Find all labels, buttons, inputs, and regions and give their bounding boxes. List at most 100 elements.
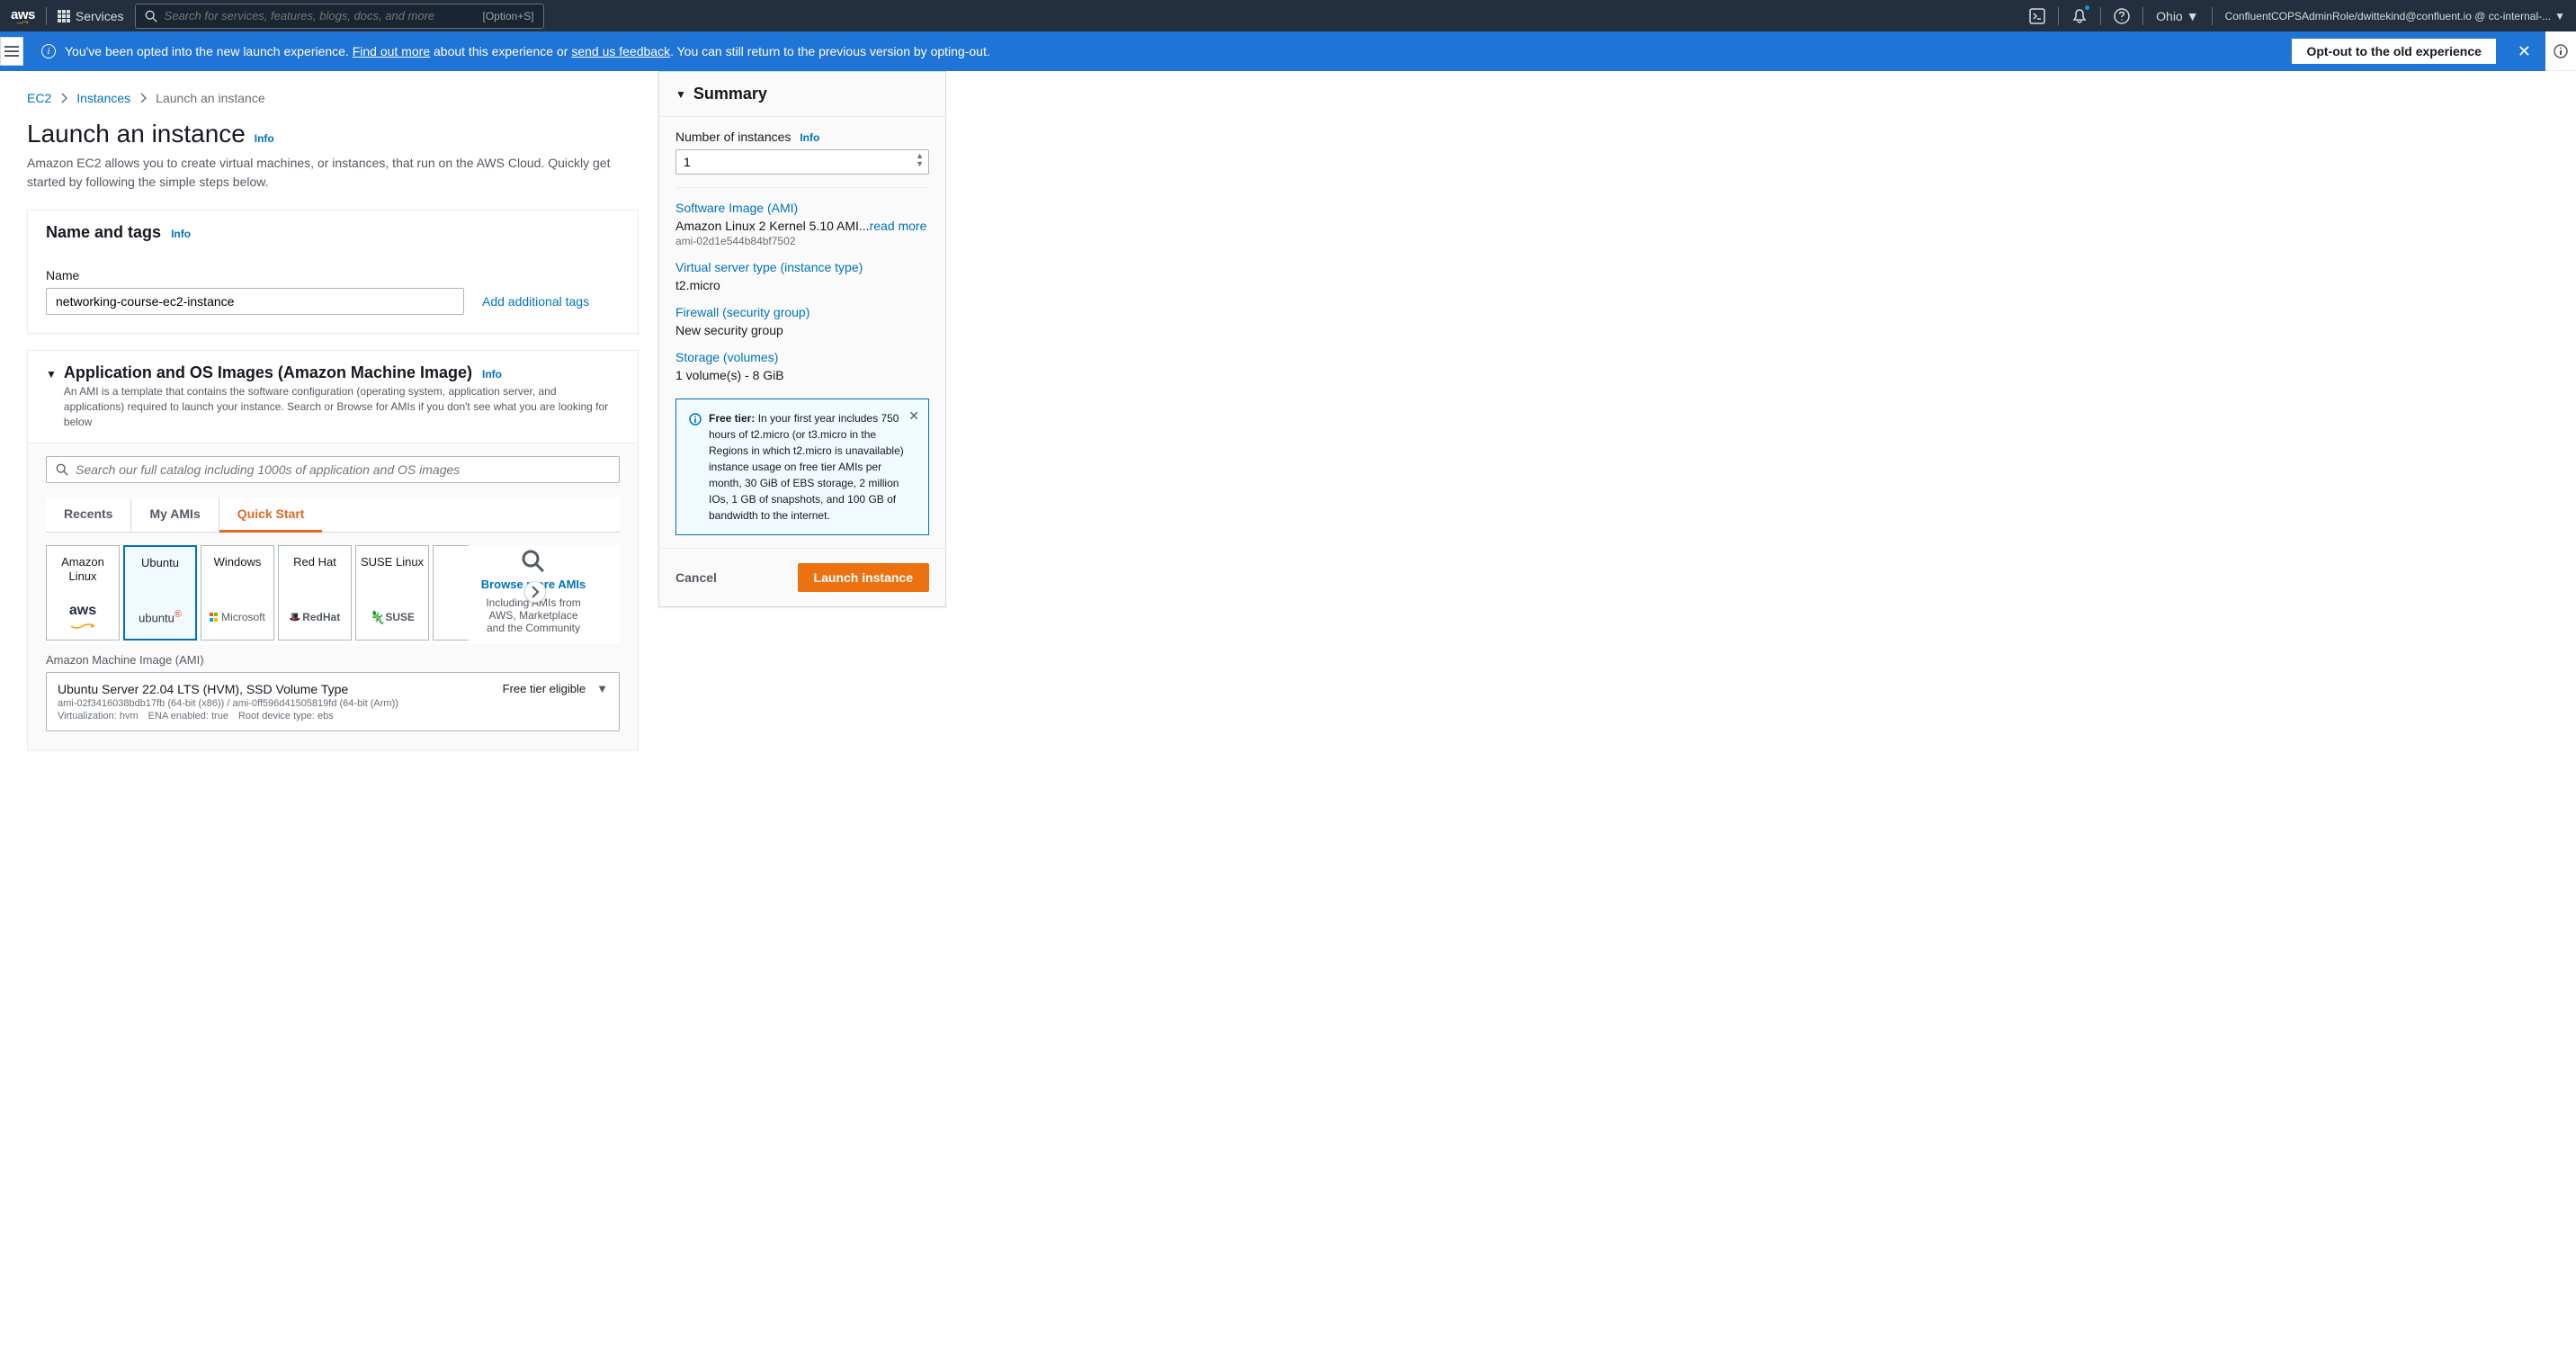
- services-menu[interactable]: Services: [58, 9, 124, 23]
- divider: [2212, 7, 2213, 25]
- cancel-button[interactable]: Cancel: [675, 570, 717, 585]
- search-input[interactable]: [165, 9, 483, 22]
- search-kbd-hint: [Option+S]: [483, 10, 534, 22]
- region-selector[interactable]: Ohio ▼: [2156, 9, 2198, 23]
- chevron-down-icon: ▼: [2554, 10, 2565, 22]
- main-content: EC2 Instances Launch an instance Launch …: [0, 71, 1313, 766]
- info-icon: i: [41, 44, 56, 58]
- global-search[interactable]: [Option+S]: [135, 4, 544, 29]
- microsoft-logo-icon: Microsoft: [210, 604, 265, 631]
- summary-type-value: t2.micro: [675, 278, 929, 292]
- selected-ami-ids: ami-02f3416038bdb17fb (64-bit (x86)) / a…: [58, 698, 398, 709]
- summary-ami-id: ami-02d1e544b84bf7502: [675, 235, 929, 247]
- cloudshell-icon[interactable]: [2029, 8, 2045, 24]
- grid-icon: [58, 10, 70, 22]
- account-menu[interactable]: ConfluentCOPSAdminRole/dwittekind@conflu…: [2225, 10, 2565, 22]
- breadcrumb: EC2 Instances Launch an instance: [27, 91, 639, 105]
- chevron-right-icon: [60, 93, 67, 103]
- ami-panel: ▼ Application and OS Images (Amazon Mach…: [27, 350, 639, 750]
- summary-header: ▼ Summary: [659, 72, 945, 117]
- panel-header-ami: ▼ Application and OS Images (Amazon Mach…: [28, 351, 638, 443]
- banner-text: You've been opted into the new launch ex…: [65, 44, 990, 58]
- tab-my-amis[interactable]: My AMIs: [130, 497, 219, 532]
- optout-button[interactable]: Opt-out to the old experience: [2292, 39, 2495, 64]
- summary-type-label[interactable]: Virtual server type (instance type): [675, 260, 929, 274]
- os-tile-ubuntu[interactable]: Ubuntu ubuntu®: [123, 545, 197, 641]
- divider: [675, 187, 929, 188]
- collapse-caret-icon[interactable]: ▼: [675, 88, 686, 101]
- chevron-right-icon: [531, 586, 540, 598]
- hamburger-menu[interactable]: [0, 37, 23, 66]
- region-label: Ohio: [2156, 9, 2183, 23]
- read-more-link[interactable]: read more: [870, 219, 927, 233]
- aws-logo-icon: aws: [69, 604, 96, 631]
- help-icon[interactable]: [2114, 8, 2130, 24]
- selected-ami-details: Virtualization: hvm ENA enabled: true Ro…: [58, 711, 398, 721]
- action-row: Cancel Launch instance: [659, 549, 945, 606]
- close-icon[interactable]: ✕: [2518, 42, 2531, 61]
- summary-storage-label[interactable]: Storage (volumes): [675, 350, 929, 364]
- summary-ami-value: Amazon Linux 2 Kernel 5.10 AMI...read mo…: [675, 219, 929, 233]
- chevron-right-icon: [139, 93, 147, 103]
- summary-firewall-value: New security group: [675, 323, 929, 337]
- summary-storage-value: 1 volume(s) - 8 GiB: [675, 368, 929, 382]
- free-tier-text: In your first year includes 750 hours of…: [709, 412, 904, 522]
- free-tier-bold: Free tier:: [709, 412, 755, 425]
- ami-tabs: Recents My AMIs Quick Start: [46, 497, 620, 533]
- nav-right: Ohio ▼ ConfluentCOPSAdminRole/dwittekind…: [2029, 7, 2565, 25]
- top-nav: aws Services [Option+S] Ohio ▼ Confluent…: [0, 0, 2576, 31]
- chevron-down-icon: ▼: [2187, 9, 2199, 23]
- os-tile-more[interactable]: [433, 545, 469, 641]
- os-tile-suse[interactable]: SUSE Linux SUSE: [355, 545, 429, 641]
- aws-logo[interactable]: aws: [11, 7, 35, 24]
- info-link[interactable]: Info: [482, 368, 502, 381]
- page-description: Amazon EC2 allows you to create virtual …: [27, 154, 639, 192]
- os-tile-amazon-linux[interactable]: Amazon Linux aws: [46, 545, 120, 641]
- page-header: Launch an instance Info Amazon EC2 allow…: [27, 120, 639, 192]
- breadcrumb-ec2[interactable]: EC2: [27, 91, 51, 105]
- search-icon: [145, 10, 157, 22]
- info-link[interactable]: Info: [171, 228, 191, 240]
- suse-logo-icon: SUSE: [370, 604, 415, 631]
- info-link[interactable]: Info: [255, 132, 274, 145]
- tab-quick-start[interactable]: Quick Start: [219, 497, 323, 533]
- optin-banner: i You've been opted into the new launch …: [0, 31, 2545, 71]
- os-tile-redhat[interactable]: Red Hat RedHat: [278, 545, 352, 641]
- ami-select-dropdown[interactable]: Ubuntu Server 22.04 LTS (HVM), SSD Volum…: [46, 672, 620, 731]
- os-tile-windows[interactable]: Windows Microsoft: [201, 545, 274, 641]
- help-panel-toggle[interactable]: [2545, 31, 2576, 71]
- number-stepper-icon[interactable]: ▲▼: [916, 152, 924, 168]
- summary-firewall-label[interactable]: Firewall (security group): [675, 305, 929, 319]
- name-tags-panel: Name and tags Info Name Add additional t…: [27, 210, 639, 334]
- close-icon[interactable]: ✕: [908, 407, 919, 426]
- search-icon: [56, 463, 68, 476]
- summary-ami-label[interactable]: Software Image (AMI): [675, 201, 929, 215]
- ami-search[interactable]: [46, 456, 620, 483]
- notifications-icon[interactable]: [2071, 7, 2088, 23]
- info-link[interactable]: Info: [800, 131, 819, 144]
- page-title: Launch an instance: [27, 120, 246, 148]
- ami-search-input[interactable]: [76, 462, 610, 477]
- add-additional-tags-link[interactable]: Add additional tags: [482, 294, 589, 309]
- summary-column: ▼ Summary Number of instances Info ▲▼ So…: [658, 71, 946, 766]
- divider: [2058, 7, 2059, 25]
- num-instances-input[interactable]: [675, 149, 929, 175]
- launch-instance-button[interactable]: Launch instance: [798, 563, 929, 592]
- num-instances-label: Number of instances Info: [675, 130, 929, 144]
- info-icon: [689, 410, 702, 524]
- selected-ami-title: Ubuntu Server 22.04 LTS (HVM), SSD Volum…: [58, 682, 398, 696]
- name-label: Name: [46, 268, 620, 282]
- search-icon: [479, 545, 587, 574]
- divider: [46, 7, 47, 25]
- ami-description: An AMI is a template that contains the s…: [64, 384, 620, 429]
- banner-link-feedback[interactable]: send us feedback: [571, 44, 670, 58]
- breadcrumb-instances[interactable]: Instances: [76, 91, 130, 105]
- free-tier-badge: Free tier eligible: [503, 682, 586, 695]
- collapse-caret-icon[interactable]: ▼: [46, 368, 57, 381]
- breadcrumb-current: Launch an instance: [156, 91, 264, 105]
- tab-recents[interactable]: Recents: [46, 497, 130, 532]
- divider: [2100, 7, 2101, 25]
- banner-link-findout[interactable]: Find out more: [353, 44, 430, 58]
- services-label: Services: [76, 9, 124, 23]
- instance-name-input[interactable]: [46, 288, 464, 315]
